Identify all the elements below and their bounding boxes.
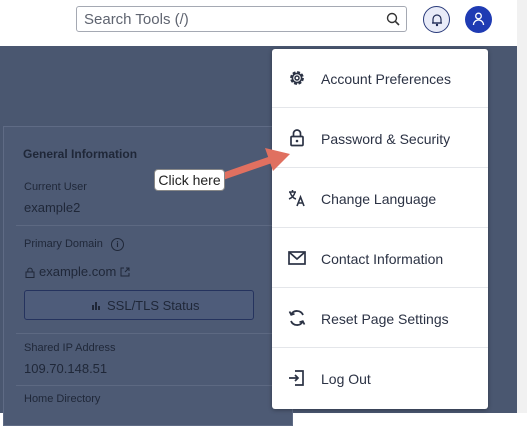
primary-domain-link[interactable]: example.com [39,264,116,279]
click-here-callout: Click here [154,169,225,191]
search-input[interactable] [77,7,384,31]
divider [16,225,282,226]
menu-item-label: Password & Security [321,131,451,147]
external-link-icon[interactable] [120,267,130,277]
menu-item-label: Reset Page Settings [321,311,449,327]
ssl-tls-status-button[interactable]: SSL/TLS Status [24,290,254,320]
pointer-arrow [217,148,290,181]
user-dropdown-menu: Account Preferences Password & Security … [272,49,488,409]
user-icon [472,12,485,26]
home-directory-label: Home Directory [24,393,101,405]
menu-item-log-out[interactable]: Log Out [272,349,488,408]
divider [16,333,282,334]
lock-icon [25,267,35,278]
envelope-icon [288,251,306,265]
search-box[interactable] [76,6,407,32]
menu-item-reset-page-settings[interactable]: Reset Page Settings [272,289,488,348]
translate-icon [288,190,305,207]
gear-icon [290,71,304,85]
chart-bar-icon [92,302,100,310]
ssl-button-label: SSL/TLS Status [107,298,200,313]
shared-ip-label: Shared IP Address [24,342,116,354]
current-user-value: example2 [24,200,81,215]
refresh-icon [288,310,306,326]
user-menu-button[interactable] [465,6,492,33]
search-icon[interactable] [386,12,400,26]
info-icon[interactable]: i [111,238,124,251]
shared-ip-value: 109.70.148.51 [24,361,108,376]
top-bar [0,0,527,46]
notifications-button[interactable] [423,6,450,33]
menu-item-label: Log Out [321,371,371,387]
divider [16,385,282,386]
menu-item-label: Account Preferences [321,71,451,87]
logout-icon [289,370,304,386]
scrollbar[interactable] [517,0,527,413]
card-title: General Information [23,147,138,161]
bell-icon [432,14,442,27]
current-user-label: Current User [24,181,87,193]
menu-item-password-security[interactable]: Password & Security [272,109,488,168]
menu-item-change-language[interactable]: Change Language [272,169,488,228]
menu-item-label: Change Language [321,191,437,207]
menu-item-contact-information[interactable]: Contact Information [272,229,488,288]
primary-domain-label: Primary Domain [24,238,103,250]
menu-item-label: Contact Information [321,251,444,267]
menu-item-account-preferences[interactable]: Account Preferences [272,49,488,108]
